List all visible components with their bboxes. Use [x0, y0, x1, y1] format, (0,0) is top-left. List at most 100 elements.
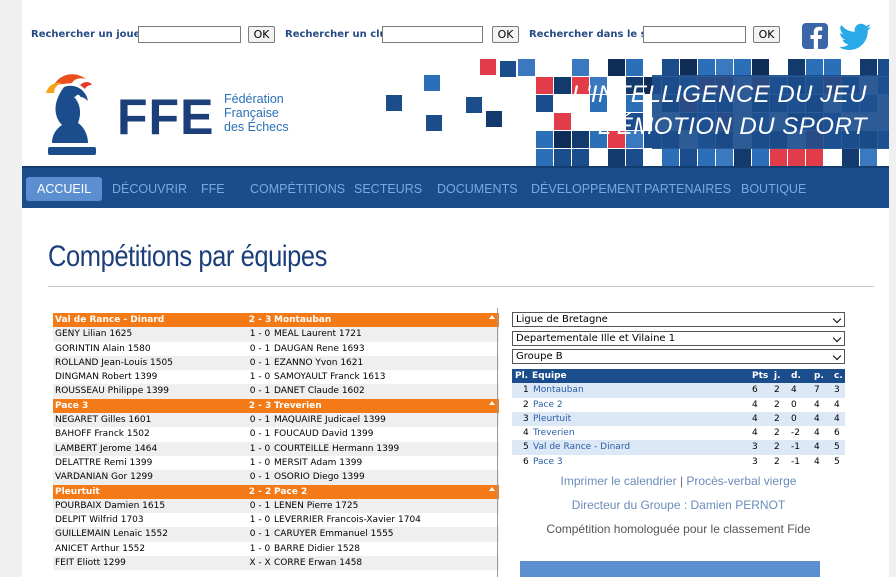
nav-item-documents[interactable]: DOCUMENTS	[437, 177, 518, 201]
standings-cell: 4	[834, 399, 840, 410]
collapse-arrow-icon[interactable]	[489, 400, 495, 405]
match-header-row[interactable]: Val de Rance - Dinard 2 - 3 Montauban	[53, 313, 499, 328]
facebook-icon[interactable]	[801, 22, 831, 52]
team-link[interactable]: Pleurtuit	[533, 414, 571, 424]
home-team: Val de Rance - Dinard	[55, 315, 165, 325]
standings-row: 1 Montauban 6 2 4 7 3	[512, 383, 845, 398]
black-player: DAUGAN Rene 1693	[274, 343, 365, 354]
standings-cell: 4	[814, 428, 820, 439]
team-link[interactable]: Treverien	[533, 428, 575, 438]
match-header-row[interactable]: Pleurtuit 2 - 2 Pace 2	[53, 484, 499, 499]
board-result: 0 - 1	[249, 386, 271, 397]
rooster-knight-logo-icon[interactable]	[40, 67, 118, 159]
away-team: Montauban	[274, 315, 332, 325]
standings-cell: 5	[834, 456, 840, 467]
board-result: 0 - 1	[249, 500, 271, 511]
standings-cell: 4	[523, 428, 529, 439]
nav-item-boutique[interactable]: BOUTIQUE	[741, 177, 806, 201]
nav-item-decouvrir[interactable]: DÉCOUVRIR	[112, 177, 187, 201]
standings-cell: 2	[774, 413, 780, 424]
fide-rated-note: Compétition homologuée pour le classemen…	[546, 522, 811, 536]
group-director: Directeur du Groupe : Damien PERNOT	[571, 498, 786, 512]
standings-cell: -1	[791, 442, 800, 453]
standings-header-cell: d.	[791, 371, 801, 381]
club-search-ok-button[interactable]: OK	[492, 26, 519, 43]
white-player: POURBAIX Damien 1615	[55, 500, 166, 511]
standings-cell: -1	[791, 456, 800, 467]
federation-line-2: Française	[224, 106, 279, 120]
club-search-label: Rechercher un club	[285, 29, 394, 40]
calendar-links: Imprimer le calendrier | Procès-verbal v…	[512, 474, 845, 488]
standings-cell: 3	[752, 456, 758, 467]
standings-cell: 7	[814, 385, 820, 396]
nav-item-partenaires[interactable]: PARTENAIRES	[644, 177, 731, 201]
standings-cell: 6	[752, 385, 758, 396]
footer-button[interactable]	[520, 561, 820, 577]
twitter-icon[interactable]	[837, 22, 873, 52]
team-score: 2 - 3	[248, 400, 272, 411]
team-link[interactable]: Val de Rance - Dinard	[533, 442, 630, 452]
nav-item-secteurs[interactable]: SECTEURS	[354, 177, 422, 201]
standings-header-cell: j.	[774, 371, 781, 381]
collapse-arrow-icon[interactable]	[489, 315, 495, 319]
group-select-value: Groupe B	[516, 351, 563, 362]
chevron-down-icon	[832, 351, 842, 361]
standings-cell: 4	[834, 413, 840, 424]
board-row: DELATTRE Remi 1399 1 - 0 MERSIT Adam 1399	[53, 455, 499, 471]
team-link[interactable]: Montauban	[533, 385, 584, 395]
print-calendar-link[interactable]: Imprimer le calendrier	[561, 474, 677, 488]
blank-pv-link[interactable]: Procès-verbal vierge	[686, 474, 796, 488]
federation-name: Fédération Française des Échecs	[224, 92, 289, 134]
site-search-input[interactable]	[643, 26, 746, 43]
collapse-arrow-icon[interactable]	[489, 486, 495, 491]
group-select[interactable]: Groupe B	[512, 349, 845, 364]
standings-cell: 3	[752, 442, 758, 453]
board-row: ROUSSEAU Philippe 1399 0 - 1 DANET Claude …	[53, 384, 499, 399]
team-link[interactable]: Pace 3	[533, 457, 563, 467]
standings-cell: 4	[814, 399, 820, 410]
main-navigation: ACCUEIL DÉCOUVRIR FFE COMPÉTITIONS SECTE…	[22, 166, 889, 208]
away-team: Pace 2	[274, 486, 308, 497]
standings-cell: 6	[834, 428, 840, 439]
slogan-line-2: L'ÉMOTION DU SPORT	[597, 113, 867, 140]
black-player: SAMOYAULT Franck 1613	[274, 372, 386, 383]
standings-cell: 0	[791, 399, 797, 410]
standings-cell: 4	[814, 413, 820, 424]
title-divider	[48, 286, 874, 287]
link-separator: |	[679, 474, 684, 488]
standings-cell: 3	[834, 385, 840, 396]
site-search-ok-button[interactable]: OK	[753, 26, 780, 43]
standings-cell: 2	[523, 399, 529, 410]
white-player: ROUSSEAU Philippe 1399	[55, 386, 170, 397]
league-select[interactable]: Ligue de Bretagne	[512, 312, 845, 327]
nav-item-accueil[interactable]: ACCUEIL	[26, 177, 103, 201]
standings-table: Pl. Equipe Pts j. d. p. c. 1 Montauban 6 2 4 7 3 2 Pace…	[512, 369, 845, 470]
black-player: BARRE Didier 1528	[274, 543, 361, 554]
standings-cell: 4	[791, 385, 797, 396]
club-search-input[interactable]	[382, 26, 483, 43]
home-team: Pace 3	[55, 400, 89, 411]
player-search-input[interactable]	[138, 26, 241, 43]
team-link[interactable]: Pace 2	[533, 400, 563, 410]
black-player: MAQUAIRE Judicael 1399	[274, 415, 386, 426]
chevron-down-icon	[832, 314, 842, 324]
board-result: 0 - 1	[249, 415, 271, 426]
division-select[interactable]: Departementale Ille et Vilaine 1	[512, 331, 845, 346]
nav-item-competitions[interactable]: COMPÉTITIONS	[250, 177, 345, 201]
site-header: FFE Fédération Française des Échecs L'IN…	[22, 59, 889, 166]
standings-cell: -2	[791, 428, 800, 439]
standings-cell: 0	[791, 413, 797, 424]
board-result: 0 - 1	[249, 529, 271, 540]
white-player: ANICET Arthur 1552	[55, 543, 146, 554]
nav-item-ffe[interactable]: FFE	[201, 177, 225, 201]
board-result: 0 - 1	[249, 357, 271, 368]
nav-item-developpement[interactable]: DÉVELOPPEMENT	[531, 177, 642, 201]
black-player: COURTEILLE Hermann 1399	[274, 443, 400, 454]
player-search-ok-button[interactable]: OK	[248, 26, 275, 43]
column-divider	[497, 308, 498, 577]
match-header-row[interactable]: Pace 3 2 - 3 Treverien	[53, 398, 499, 414]
black-player: CARUYER Emmanuel 1555	[274, 529, 394, 540]
board-row: LAMBERT Jerome 1464 1 - 0 COURTEILLE Herma…	[53, 441, 499, 456]
black-player: FOUCAUD David 1399	[274, 429, 374, 440]
standings-cell: 5	[834, 442, 840, 453]
